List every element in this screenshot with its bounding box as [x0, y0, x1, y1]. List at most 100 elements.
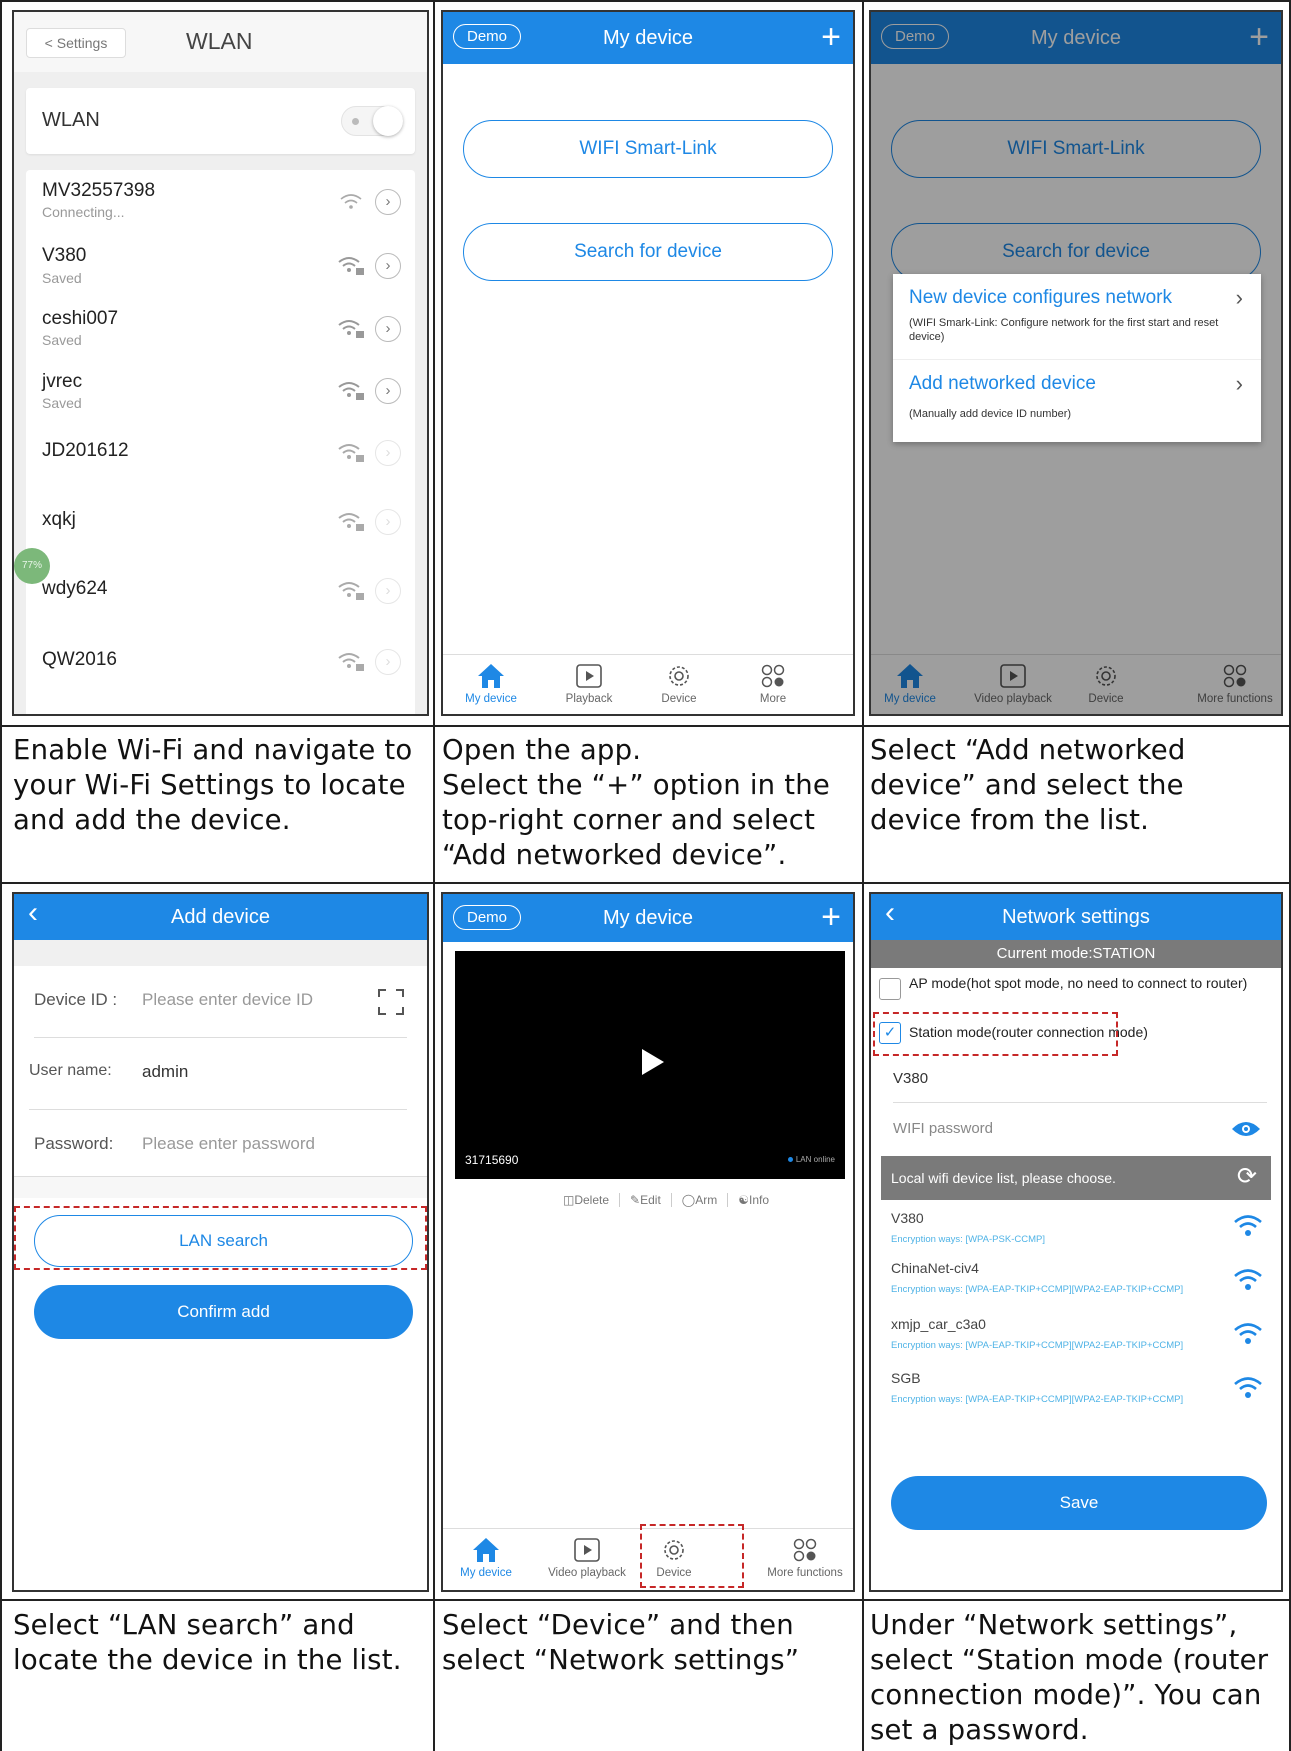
grid-line — [0, 0, 1291, 2]
wifi-network-item[interactable]: SGB Encryption ways: [WPA-EAP-TKIP+CCMP]… — [871, 1366, 1281, 1420]
network-row[interactable]: ceshi007 Saved › — [26, 308, 415, 377]
ap-mode-checkbox[interactable] — [879, 978, 901, 1000]
wifi-locked-icon — [338, 257, 364, 275]
info-action[interactable]: ☯Info — [728, 1193, 779, 1207]
online-status: LAN online — [787, 1155, 835, 1164]
network-row[interactable]: wdy624 › — [26, 568, 415, 637]
camera-preview[interactable]: 31715690 LAN online — [455, 951, 845, 1179]
chevron-right-icon: › — [1235, 285, 1243, 310]
tab-my-device[interactable]: My device — [451, 1537, 521, 1579]
tab-my-device[interactable]: My device — [451, 663, 531, 705]
ssid-value: V380 — [893, 1070, 929, 1087]
network-row[interactable]: QW2016 › — [26, 637, 415, 706]
add-icon[interactable]: + — [821, 900, 841, 934]
password-row: Password: Please enter password — [34, 1110, 407, 1182]
network-name: ceshi007 — [42, 308, 119, 329]
toggle-dot — [352, 118, 359, 125]
wifi-smartlink-button[interactable]: WIFI Smart-Link — [463, 120, 833, 178]
tab-more[interactable]: More — [733, 663, 813, 705]
station-mode-highlight — [873, 1012, 1118, 1056]
wifi-name: ChinaNet-civ4 — [891, 1260, 979, 1276]
tab-label: Playback — [565, 693, 613, 705]
network-row[interactable]: JD201612 › — [26, 430, 415, 499]
status-dot-icon — [787, 1157, 793, 1162]
lan-search-highlight — [14, 1206, 427, 1270]
confirm-add-button[interactable]: Confirm add — [34, 1285, 413, 1339]
tab-device[interactable]: Device — [639, 663, 719, 705]
network-info-button[interactable]: › — [375, 253, 401, 279]
app-header: ‹ Add device — [14, 894, 427, 940]
add-menu-screen: Demo My device + WIFI Smart-Link Search … — [869, 10, 1283, 716]
wifi-list-header: Local wifi device list, please choose. ⟳ — [881, 1156, 1271, 1200]
add-menu-popup: New device configures network › (WIFI Sm… — [893, 274, 1261, 442]
eye-icon[interactable] — [1231, 1120, 1261, 1138]
wifi-password-field[interactable]: WIFI password — [893, 1103, 1267, 1153]
play-icon[interactable] — [641, 1048, 665, 1076]
wifi-network-item[interactable]: xmjp_car_c3a0 Encryption ways: [WPA-EAP-… — [871, 1312, 1281, 1366]
password-label: Password: — [34, 1134, 114, 1153]
delete-action[interactable]: ◫Delete — [553, 1193, 621, 1207]
network-info-button[interactable]: › — [375, 189, 401, 215]
wifi-encryption: Encryption ways: [WPA-PSK-CCMP] — [891, 1234, 1045, 1245]
network-info-button[interactable]: › — [375, 440, 401, 466]
network-row[interactable]: V380 Saved › — [26, 239, 415, 308]
refresh-icon[interactable]: ⟳ — [1237, 1162, 1257, 1191]
tab-more-functions[interactable]: More functions — [755, 1537, 853, 1579]
wifi-locked-icon — [338, 513, 364, 531]
page-title: Add device — [171, 906, 270, 928]
network-name: jvrec — [42, 371, 83, 392]
ssid-field[interactable]: V380 — [893, 1058, 1267, 1103]
settings-back-button[interactable]: < Settings — [26, 28, 126, 58]
search-device-button[interactable]: Search for device — [463, 223, 833, 281]
battery-badge: 77% — [14, 548, 50, 584]
network-info-button[interactable]: › — [375, 316, 401, 342]
tab-label: Device — [661, 693, 697, 705]
wifi-locked-icon — [338, 320, 364, 338]
device-id-row: Device ID : Please enter device ID — [34, 966, 407, 1038]
network-row[interactable]: MV32557398 Connecting... › — [26, 170, 415, 239]
username-label: User name: — [29, 1062, 112, 1079]
menu-item-new-device[interactable]: New device configures network › (WIFI Sm… — [893, 274, 1261, 360]
wifi-signal-icon — [1234, 1377, 1262, 1398]
network-info-button[interactable]: › — [375, 649, 401, 675]
wifi-network-list: V380 Encryption ways: [WPA-PSK-CCMP] Chi… — [871, 1204, 1281, 1424]
wlan-title: WLAN — [186, 28, 253, 54]
wifi-network-item[interactable]: ChinaNet-civ4 Encryption ways: [WPA-EAP-… — [871, 1258, 1281, 1312]
ap-mode-option[interactable]: AP mode(hot spot mode, no need to connec… — [879, 974, 1281, 1012]
arm-action[interactable]: ◯Arm — [672, 1193, 729, 1207]
tab-video-playback[interactable]: Video playback — [539, 1537, 635, 1579]
tab-playback[interactable]: Playback — [549, 663, 629, 705]
wifi-password-input[interactable]: WIFI password — [893, 1120, 993, 1137]
network-info-button[interactable]: › — [375, 578, 401, 604]
wlan-toggle-label: WLAN — [42, 109, 100, 131]
wlan-toggle-switch[interactable] — [341, 106, 403, 136]
edit-label: Edit — [640, 1193, 661, 1207]
username-input[interactable]: admin — [142, 1062, 188, 1082]
wlan-toggle-row: WLAN — [26, 88, 415, 154]
network-status: Saved — [42, 332, 82, 348]
network-info-button[interactable]: › — [375, 378, 401, 404]
step-4-caption: Select “LAN search” and locate the devic… — [13, 1609, 402, 1676]
wifi-locked-icon — [338, 582, 364, 600]
wifi-list-header-text: Local wifi device list, please choose. — [891, 1170, 1116, 1186]
password-input[interactable]: Please enter password — [142, 1134, 315, 1154]
wifi-network-item[interactable]: V380 Encryption ways: [WPA-PSK-CCMP] — [871, 1204, 1281, 1258]
network-name: V380 — [42, 245, 87, 266]
menu-item-add-networked[interactable]: Add networked device › (Manually add dev… — [893, 360, 1261, 442]
device-id-label: 31715690 — [465, 1153, 519, 1167]
device-id-input[interactable]: Please enter device ID — [142, 990, 313, 1010]
network-info-button[interactable]: › — [375, 509, 401, 535]
form-gap — [14, 1176, 427, 1198]
menu-item-desc: (WIFI Smark-Link: Configure network for … — [909, 317, 1219, 343]
wifi-name: V380 — [891, 1210, 924, 1226]
wifi-locked-icon — [338, 444, 364, 462]
scan-qr-icon[interactable] — [377, 988, 405, 1016]
edit-action[interactable]: ✎Edit — [620, 1193, 672, 1207]
network-settings-screen: ‹ Network settings Current mode:STATION … — [869, 892, 1283, 1592]
more-icon — [793, 1538, 817, 1562]
device-actions: ◫Delete ✎Edit ◯Arm ☯Info — [553, 1193, 779, 1215]
play-icon — [576, 664, 602, 688]
save-button[interactable]: Save — [891, 1476, 1267, 1530]
network-row[interactable]: xqkj › — [26, 499, 415, 568]
add-icon[interactable]: + — [821, 20, 841, 54]
